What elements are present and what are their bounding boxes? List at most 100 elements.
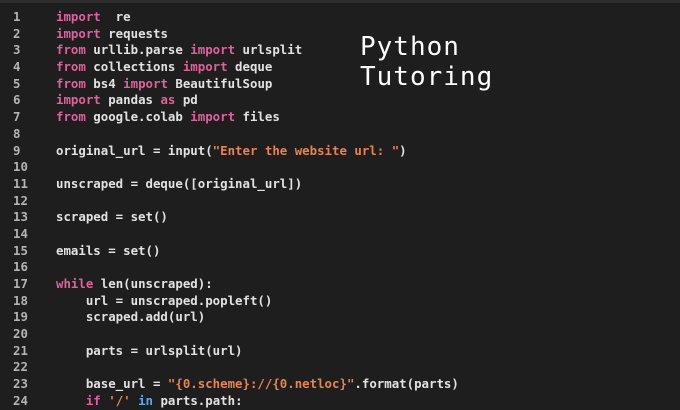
- code-text: import re: [56, 9, 131, 26]
- code-token: .format(parts): [354, 376, 459, 392]
- keyword-token: while: [56, 276, 94, 291]
- line-number: 6: [13, 92, 21, 108]
- keyword-token: import: [190, 42, 236, 58]
- code-token: original_url = input(: [56, 142, 213, 158]
- keyword-token: import: [182, 59, 228, 75]
- code-token: ): [399, 142, 407, 158]
- keyword-token: import: [56, 9, 101, 24]
- keyword-token: import: [123, 75, 168, 91]
- code-token: emails = set(): [56, 242, 161, 258]
- string-token: "Enter the website url: ": [212, 142, 400, 158]
- code-token: base_url =: [56, 376, 168, 392]
- code-line: 19 scraped.add(url): [0, 309, 459, 326]
- keyword-token: from: [56, 59, 86, 75]
- line-number: 20: [13, 326, 28, 342]
- line-number: 3: [13, 42, 21, 58]
- code-text: parts = urlsplit(url): [56, 343, 243, 360]
- code-token: scraped.add(url): [56, 309, 206, 325]
- line-number: 8: [13, 125, 21, 141]
- code-token: pandas: [100, 92, 161, 108]
- code-line: 6 import pandas as pd: [0, 92, 459, 109]
- line-number: 17: [13, 276, 28, 291]
- line-number: 22: [13, 359, 28, 375]
- keyword-token: as: [160, 92, 176, 108]
- code-line: 11 unscraped = deque([original_url]): [0, 176, 459, 193]
- code-token: files: [235, 109, 280, 125]
- title-line-2: Tutoring: [360, 62, 494, 92]
- code-token: re: [100, 9, 131, 24]
- code-token: len(unscraped):: [93, 276, 213, 291]
- line-number: 11: [13, 175, 28, 191]
- line-number: 9: [13, 142, 21, 158]
- code-token: parts.path:: [153, 392, 243, 408]
- code-text: original_url = input("Enter the website …: [56, 143, 407, 160]
- line-number: 1: [13, 9, 21, 24]
- code-token: scraped = set(): [56, 209, 168, 225]
- line-number: 24: [13, 392, 28, 408]
- keyword-token: import: [190, 109, 236, 125]
- keyword-token: in: [138, 392, 154, 408]
- code-text: import pandas as pd: [56, 92, 198, 109]
- code-line: 16: [0, 259, 459, 276]
- code-token: BeautifulSoup: [167, 75, 273, 91]
- code-text: base_url = "{0.scheme}://{0.netloc}".for…: [56, 376, 459, 393]
- code-token: url = unscraped.popleft(): [56, 292, 273, 308]
- code-text: from collections import deque: [56, 59, 272, 76]
- line-number: 23: [13, 376, 28, 392]
- code-token: bs4: [85, 75, 124, 91]
- line-number: 2: [13, 25, 21, 41]
- code-line: 15 emails = set(): [0, 243, 459, 260]
- python-tutoring-title: Python Tutoring: [360, 32, 493, 92]
- code-token: collections: [85, 59, 183, 75]
- keyword-token: import: [56, 25, 101, 41]
- line-number: 18: [13, 292, 28, 308]
- line-number: 10: [13, 159, 28, 175]
- code-token: urlsplit: [235, 42, 303, 58]
- code-text: import requests: [56, 26, 168, 43]
- keyword-token: from: [56, 109, 86, 125]
- code-text: from bs4 import BeautifulSoup: [56, 76, 272, 93]
- line-number: 14: [13, 225, 28, 241]
- line-number: 12: [13, 192, 28, 208]
- code-token: urllib.parse: [85, 42, 191, 58]
- code-text: scraped = set(): [56, 209, 168, 226]
- string-token: '/': [108, 392, 131, 408]
- line-number: 16: [13, 259, 28, 275]
- code-token: parts = urlsplit(url): [56, 342, 243, 358]
- code-line: 22: [0, 359, 459, 376]
- code-line: 21 parts = urlsplit(url): [0, 343, 459, 360]
- code-line: 13 scraped = set(): [0, 209, 459, 226]
- code-token: deque: [227, 59, 273, 75]
- top-bar: [0, 0, 680, 3]
- string-token: "{0.scheme}://{0.netloc}": [167, 376, 355, 392]
- title-line-1: Python: [360, 32, 460, 62]
- code-line: 1 import re: [0, 9, 459, 26]
- code-line: 18 url = unscraped.popleft(): [0, 293, 459, 310]
- code-text: emails = set(): [56, 243, 160, 260]
- code-text: unscraped = deque([original_url]): [56, 176, 302, 193]
- line-number: 21: [13, 342, 28, 358]
- code-line: 17 while len(unscraped):: [0, 276, 459, 293]
- line-number: 13: [13, 209, 28, 225]
- keyword-token: import: [56, 92, 101, 108]
- line-number: 15: [13, 242, 28, 258]
- line-number: 19: [13, 309, 28, 325]
- code-line: 14: [0, 226, 459, 243]
- code-text: scraped.add(url): [56, 309, 205, 326]
- code-line: 23 base_url = "{0.scheme}://{0.netloc}".…: [0, 376, 459, 393]
- line-number: 4: [13, 59, 21, 75]
- code-line: 20: [0, 326, 459, 343]
- line-number: 7: [13, 109, 21, 125]
- code-text: while len(unscraped):: [56, 276, 213, 293]
- keyword-token: if: [85, 392, 101, 408]
- code-line: 10: [0, 159, 459, 176]
- code-text: from google.colab import files: [56, 109, 280, 126]
- code-text: url = unscraped.popleft(): [56, 292, 273, 310]
- code-text: if '/' in parts.path:: [56, 393, 243, 410]
- keyword-token: from: [56, 42, 86, 58]
- code-line: 24 if '/' in parts.path:: [0, 393, 459, 410]
- code-token: google.colab: [85, 109, 191, 125]
- code-line: 9 original_url = input("Enter the website…: [0, 143, 459, 160]
